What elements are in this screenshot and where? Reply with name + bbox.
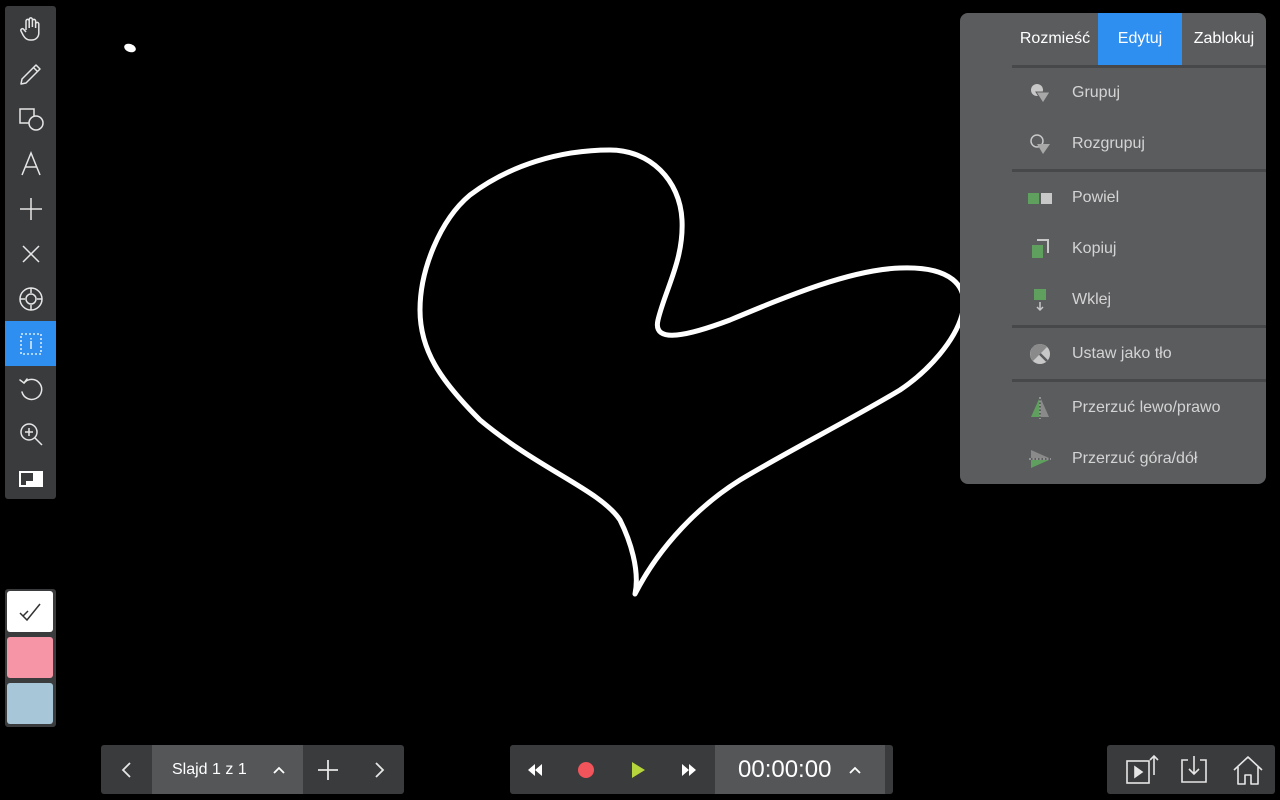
set-background-icon: [1026, 340, 1054, 368]
timer-display[interactable]: 00:00:00: [715, 745, 885, 794]
copy-label: Kopiuj: [1072, 240, 1117, 257]
slide-selector[interactable]: Slajd 1 z 1: [152, 745, 303, 794]
shapes-tool[interactable]: [5, 96, 56, 141]
flip-horizontal-icon: [1026, 394, 1054, 422]
background-icon: [18, 470, 43, 487]
ungroup-label: Rozgrupuj: [1072, 135, 1145, 152]
undo-icon: [18, 377, 42, 400]
group-icon: [1026, 79, 1054, 107]
slide-counter: Slajd 1 z 1: [172, 760, 247, 778]
select-tool[interactable]: [5, 321, 56, 366]
delete-tool[interactable]: [5, 231, 56, 276]
export-icon: [1126, 754, 1159, 784]
set-background-item[interactable]: Ustaw jako tło: [1012, 329, 1266, 379]
laser-pointer-tool[interactable]: [5, 276, 56, 321]
group-label: Grupuj: [1072, 84, 1121, 101]
divider: [1012, 325, 1266, 328]
tool-palette: [5, 6, 56, 499]
ink-dot: [124, 43, 136, 53]
add-slide-button[interactable]: [303, 745, 353, 794]
rewind-icon: [528, 763, 542, 776]
play-icon: [631, 761, 645, 778]
previous-slide-button[interactable]: [101, 745, 152, 794]
pencil-icon: [19, 63, 41, 85]
ungroup-icon: [1026, 130, 1054, 158]
document-actions: [1107, 745, 1275, 794]
copy-item[interactable]: Kopiuj: [1012, 224, 1266, 274]
home-icon: [1233, 755, 1263, 785]
undo-tool[interactable]: [5, 366, 56, 411]
chevron-up-icon: [849, 766, 861, 774]
flip-vertical-label: Przerzuć góra/dół: [1072, 450, 1198, 467]
flip-horizontal-label: Przerzuć lewo/prawo: [1072, 399, 1221, 416]
play-button[interactable]: [612, 745, 663, 794]
menu-tabs: Rozmieść Edytuj Zablokuj: [1012, 13, 1266, 65]
duplicate-item[interactable]: Powiel: [1012, 173, 1266, 223]
plus-icon: [19, 197, 42, 220]
rewind-button[interactable]: [510, 745, 560, 794]
shapes-icon: [18, 107, 44, 131]
tab-arrange[interactable]: Rozmieść: [1012, 13, 1098, 65]
target-icon: [18, 286, 43, 311]
chevron-right-icon: [374, 761, 384, 778]
add-tool[interactable]: [5, 186, 56, 231]
swatch-light-blue[interactable]: [7, 683, 53, 724]
hand-icon: [19, 16, 40, 41]
divider: [1012, 169, 1266, 172]
hand-tool[interactable]: [5, 6, 56, 51]
paste-label: Wklej: [1072, 291, 1112, 308]
swatch-pink[interactable]: [7, 637, 53, 678]
background-tool[interactable]: [5, 456, 56, 501]
fast-forward-button[interactable]: [663, 745, 714, 794]
tab-lock[interactable]: Zablokuj: [1182, 13, 1266, 65]
duplicate-label: Powiel: [1072, 189, 1120, 206]
checkmark-icon: [19, 603, 41, 621]
chevron-left-icon: [121, 761, 131, 778]
copy-icon: [1026, 235, 1054, 263]
timer-text: 00:00:00: [738, 755, 832, 783]
flip-horizontal-item[interactable]: Przerzuć lewo/prawo: [1012, 383, 1266, 433]
paste-icon: [1026, 286, 1054, 314]
divider: [1012, 379, 1266, 382]
zoom-in-icon: [19, 422, 43, 446]
selection-icon: [19, 332, 42, 355]
set-background-label: Ustaw jako tło: [1072, 345, 1172, 362]
home-button[interactable]: [1223, 745, 1273, 794]
close-icon: [21, 244, 40, 263]
slide-navigator: Slajd 1 z 1: [101, 745, 404, 794]
group-item[interactable]: Grupuj: [1012, 68, 1266, 118]
duplicate-icon: [1026, 184, 1054, 212]
plus-icon: [318, 759, 338, 780]
import-button[interactable]: [1169, 745, 1219, 794]
next-slide-button[interactable]: [353, 745, 404, 794]
heart-stroke: [417, 147, 967, 597]
import-icon: [1181, 755, 1207, 783]
pencil-tool[interactable]: [5, 51, 56, 96]
record-button[interactable]: [560, 745, 612, 794]
text-icon: [20, 150, 41, 175]
flip-vertical-item[interactable]: Przerzuć góra/dół: [1012, 434, 1266, 484]
paste-item[interactable]: Wklej: [1012, 275, 1266, 325]
tab-edit[interactable]: Edytuj: [1098, 13, 1182, 65]
fast-forward-icon: [681, 763, 696, 776]
text-tool[interactable]: [5, 141, 56, 186]
export-button[interactable]: [1117, 745, 1167, 794]
flip-vertical-icon: [1026, 445, 1054, 473]
playback-controls: 00:00:00: [510, 745, 893, 794]
zoom-tool[interactable]: [5, 411, 56, 456]
edit-menu: Rozmieść Edytuj Zablokuj Grupuj Rozgrupu…: [960, 13, 1266, 484]
ungroup-item[interactable]: Rozgrupuj: [1012, 119, 1266, 169]
swatch-white[interactable]: [7, 591, 53, 632]
chevron-up-icon: [273, 766, 285, 774]
color-palette: [5, 589, 56, 727]
record-icon: [578, 761, 594, 778]
